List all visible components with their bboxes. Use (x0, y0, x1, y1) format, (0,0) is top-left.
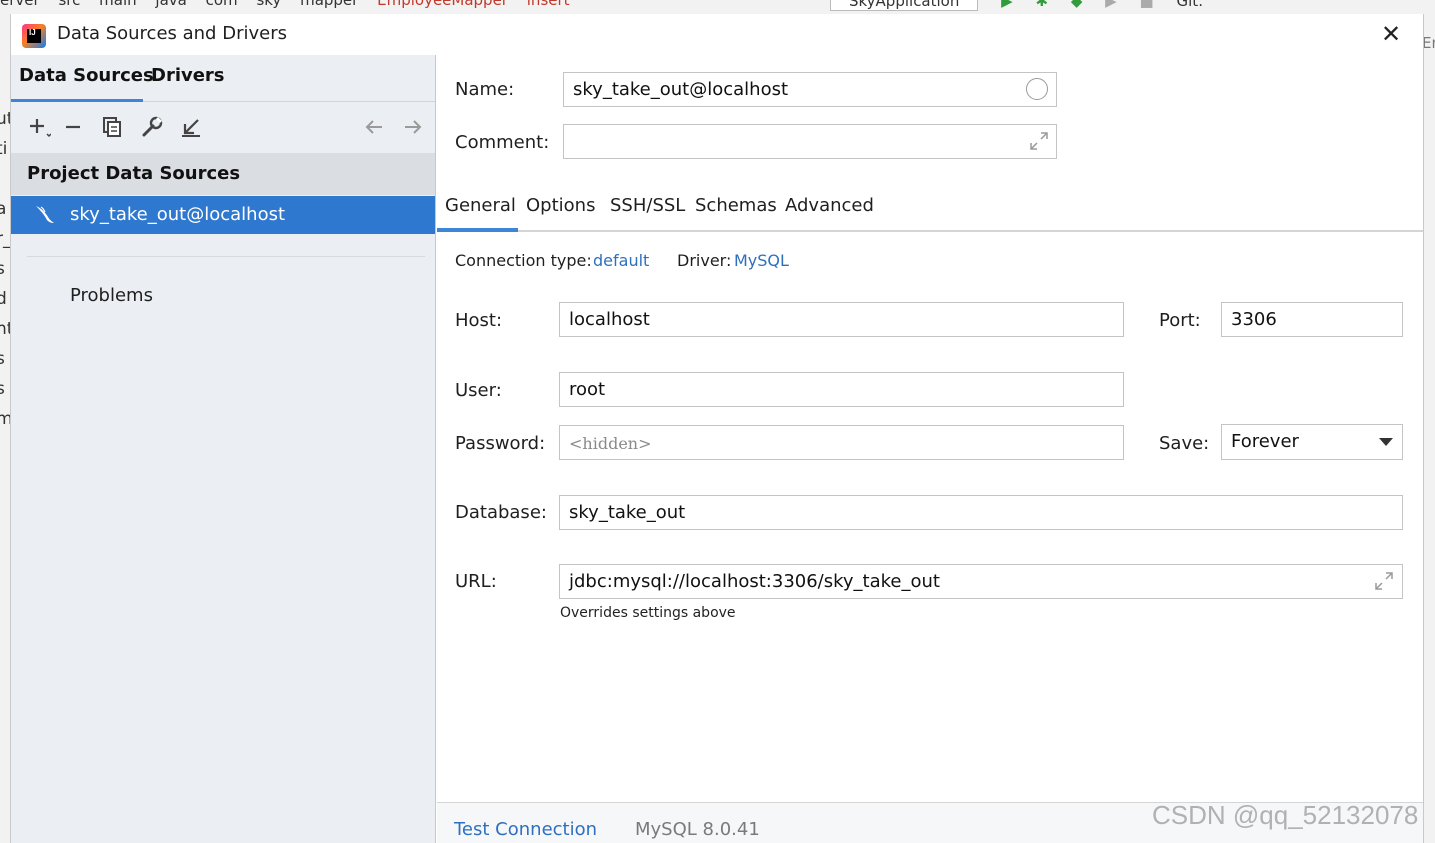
driver-link[interactable]: MySQL (734, 251, 789, 270)
project-data-sources-header: Project Data Sources (11, 153, 435, 195)
mysql-dolphin-icon (33, 203, 57, 227)
back-arrow-icon[interactable] (360, 113, 388, 141)
tab-schemas[interactable]: Schemas (695, 195, 777, 216)
expand-icon[interactable] (1374, 571, 1394, 591)
debug-icon[interactable]: ✱ (1035, 0, 1048, 10)
ide-right-edge: Em (1424, 14, 1435, 843)
divider (27, 256, 425, 257)
test-connection-link[interactable]: Test Connection (454, 819, 597, 840)
add-icon[interactable] (23, 113, 52, 141)
tab-advanced[interactable]: Advanced (785, 195, 874, 216)
driver-label: Driver: (677, 251, 732, 270)
database-field[interactable]: sky_take_out (559, 495, 1403, 530)
save-label: Save: (1159, 433, 1210, 454)
dropdown-arrow-icon (1379, 438, 1393, 446)
url-label: URL: (455, 571, 497, 592)
expand-icon[interactable] (1029, 131, 1049, 151)
dialog-title: Data Sources and Drivers (57, 23, 287, 44)
coverage-icon[interactable]: ◆ (1071, 0, 1083, 10)
tab-ssh-ssl[interactable]: SSH/SSL (610, 195, 685, 216)
duplicate-icon[interactable] (98, 113, 126, 141)
data-source-toolbar (11, 103, 435, 153)
name-label: Name: (455, 79, 515, 100)
crumb[interactable]: main (99, 0, 136, 9)
stop-icon[interactable]: ■ (1140, 0, 1154, 10)
right-panel: Name: sky_take_out@localhost Comment: Ge… (437, 55, 1423, 843)
dialog-titlebar: IJ Data Sources and Drivers ✕ (11, 14, 1423, 55)
tab-data-sources[interactable]: Data Sources (19, 65, 154, 86)
crumb[interactable]: com (206, 0, 238, 9)
crumb[interactable]: EmployeeMapper (377, 0, 508, 9)
problems-item[interactable]: Problems (70, 285, 153, 306)
user-label: User: (455, 380, 502, 401)
crumb[interactable]: insert (527, 0, 570, 9)
data-source-item-selected[interactable]: sky_take_out@localhost (11, 196, 435, 234)
editor-fragment: nt (0, 319, 10, 339)
save-select-value: Forever (1231, 431, 1299, 452)
settings-tab-bar: General Options SSH/SSL Schemas Advanced (437, 188, 1423, 232)
url-hint: Overrides settings above (560, 605, 736, 621)
crumb[interactable]: java (155, 0, 186, 9)
editor-fragment: ut (0, 109, 10, 129)
crumb[interactable]: mapper (300, 0, 358, 9)
port-label: Port: (1159, 310, 1201, 331)
active-tab-indicator (437, 228, 518, 232)
database-label: Database: (455, 502, 547, 523)
close-button[interactable]: ✕ (1377, 20, 1405, 48)
left-panel: Data Sources Drivers Project Data Source… (11, 55, 436, 843)
run-icon[interactable]: ▶ (1001, 0, 1013, 10)
connection-type-link[interactable]: default (593, 251, 649, 270)
editor-fragment: ti (0, 139, 8, 159)
import-icon[interactable] (177, 113, 205, 141)
driver-version: MySQL 8.0.41 (635, 819, 760, 840)
save-select[interactable]: Forever (1221, 424, 1403, 460)
editor-tab-fragment: Em (1424, 34, 1435, 52)
tab-general[interactable]: General (445, 195, 516, 216)
crumb[interactable]: sky (256, 0, 281, 9)
password-field[interactable]: <hidden> (559, 425, 1124, 460)
crumb[interactable]: erver (0, 0, 40, 9)
tab-options[interactable]: Options (526, 195, 595, 216)
editor-fragment: r_ (0, 229, 10, 249)
ide-editor-edge: ut ti a r_ s d nt s s m (0, 14, 10, 843)
editor-fragment: s (0, 349, 5, 369)
run-config-select[interactable]: SkyApplication (830, 0, 979, 11)
host-field[interactable]: localhost (559, 302, 1124, 337)
user-field[interactable]: root (559, 372, 1124, 407)
password-label: Password: (455, 433, 546, 454)
crumb[interactable]: src (58, 0, 80, 9)
ide-breadcrumb-bar: erver src main java com sky mapper Emplo… (0, 0, 1435, 14)
editor-fragment: d (0, 289, 7, 309)
forward-arrow-icon[interactable] (399, 113, 427, 141)
comment-field[interactable] (563, 124, 1057, 159)
git-label[interactable]: Git: (1176, 0, 1203, 10)
connection-type-label: Connection type: (455, 251, 592, 270)
profile-icon[interactable]: ▶ (1105, 0, 1117, 10)
comment-label: Comment: (455, 132, 550, 153)
url-field[interactable]: jdbc:mysql://localhost:3306/sky_take_out (559, 564, 1403, 599)
port-field[interactable]: 3306 (1221, 302, 1403, 337)
ide-run-toolbar: SkyApplication ▶ ✱ ◆ ▶ ■ Git: (830, 0, 1203, 11)
watermark: CSDN @qq_52132078 (1152, 800, 1419, 830)
name-field[interactable]: sky_take_out@localhost (563, 72, 1057, 107)
ide-breadcrumbs: erver src main java com sky mapper Emplo… (0, 0, 584, 9)
editor-fragment: s (0, 379, 5, 399)
editor-fragment: s (0, 259, 5, 279)
active-tab-indicator (11, 99, 143, 102)
color-circle-icon[interactable] (1026, 78, 1048, 100)
tab-drivers[interactable]: Drivers (151, 65, 225, 86)
data-source-label: sky_take_out@localhost (70, 204, 286, 225)
remove-icon[interactable] (59, 113, 87, 141)
left-tab-bar: Data Sources Drivers (11, 55, 435, 102)
host-label: Host: (455, 310, 503, 331)
group-header-label: Project Data Sources (27, 163, 241, 184)
intellij-logo-icon: IJ (22, 24, 46, 48)
data-sources-dialog: IJ Data Sources and Drivers ✕ Data Sourc… (10, 14, 1424, 843)
editor-fragment: m (0, 409, 10, 429)
wrench-icon[interactable] (138, 113, 166, 141)
editor-fragment: a (0, 199, 7, 219)
